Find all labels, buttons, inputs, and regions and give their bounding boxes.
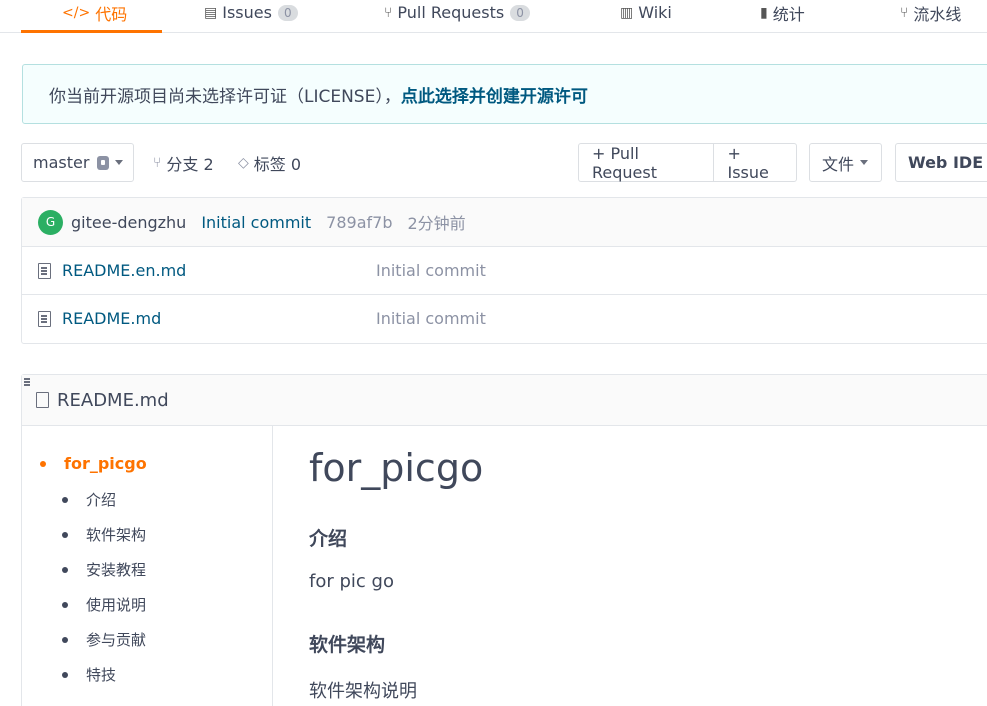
- create-license-link[interactable]: 点此选择并创建开源许可: [401, 82, 588, 107]
- branch-name: master: [33, 153, 90, 172]
- tab-stats[interactable]: ▮ 统计: [760, 0, 805, 33]
- tab-pull-requests-label: Pull Requests: [397, 3, 505, 22]
- tab-pipeline[interactable]: ⑂ 流水线: [900, 0, 961, 33]
- toc-item-label: 参与贡献: [86, 631, 147, 649]
- toc-item-label: 安装教程: [86, 561, 147, 579]
- section-text-intro: for pic go: [309, 571, 394, 592]
- bullet-icon: [62, 671, 68, 678]
- file-row: README.md Initial commit: [22, 295, 987, 343]
- active-tab-indicator: [21, 30, 162, 33]
- tags-link[interactable]: ◇ 标签 0: [238, 143, 301, 182]
- license-notice-text: 你当前开源项目尚未选择许可证（LICENSE），: [49, 86, 401, 107]
- bullet-icon: [62, 496, 68, 503]
- commit-message[interactable]: Initial commit: [201, 213, 311, 232]
- toc-item-label: 介绍: [86, 491, 117, 509]
- toc-item-usage[interactable]: 使用说明: [62, 594, 146, 615]
- new-issue-button[interactable]: + Issue: [713, 144, 796, 182]
- wiki-icon: ▥: [620, 4, 634, 21]
- tab-pull-requests[interactable]: ⑂ Pull Requests 0: [384, 0, 530, 33]
- branch-select[interactable]: master: [21, 143, 134, 182]
- section-heading-architecture: 软件架构: [309, 634, 386, 656]
- pipeline-icon: ⑂: [900, 4, 909, 21]
- readme-panel: README.md for_picgo 介绍 软件架构 安装教程 使用说明 参与…: [21, 374, 987, 706]
- toc-item-contribute[interactable]: 参与贡献: [62, 629, 146, 650]
- toc-item-label: 使用说明: [86, 596, 147, 614]
- toc-item-label: 软件架构: [86, 526, 147, 544]
- new-pull-request-button[interactable]: + Pull Request: [579, 144, 713, 182]
- branch-icon: ⑂: [153, 154, 162, 171]
- toc-item-tricks[interactable]: 特技: [62, 664, 116, 685]
- readme-header: README.md: [22, 375, 987, 426]
- bullet-icon: [62, 636, 68, 643]
- bullet-icon: [62, 601, 68, 608]
- chart-icon: ▮: [760, 4, 768, 21]
- toc-item-install[interactable]: 安装教程: [62, 559, 146, 580]
- repo-tabs: </> 代码 ▤ Issues 0 ⑂ Pull Requests 0 ▥ Wi…: [0, 0, 987, 33]
- tab-stats-label: 统计: [772, 4, 805, 24]
- section-heading-intro: 介绍: [309, 528, 348, 550]
- branches-label: 分支 2: [166, 154, 214, 174]
- bullet-icon: [62, 531, 68, 538]
- protected-branch-icon: [97, 155, 110, 170]
- file-commit-message[interactable]: Initial commit: [376, 261, 486, 280]
- file-list: G gitee-dengzhu Initial commit 789af7b 2…: [21, 197, 987, 344]
- latest-commit: G gitee-dengzhu Initial commit 789af7b 2…: [22, 198, 987, 247]
- file-icon: [38, 311, 51, 327]
- toc-item-label: 特技: [86, 666, 117, 684]
- pull-request-icon: ⑂: [384, 4, 393, 21]
- tab-code[interactable]: </> 代码: [62, 0, 127, 33]
- issues-icon: ▤: [204, 4, 218, 21]
- file-name-link[interactable]: README.en.md: [62, 261, 186, 280]
- file-icon: [38, 263, 51, 279]
- bullet-icon: [40, 460, 46, 467]
- toc-item-intro[interactable]: 介绍: [62, 489, 116, 510]
- tab-issues[interactable]: ▤ Issues 0: [204, 0, 298, 33]
- pull-requests-count-badge: 0: [510, 4, 530, 21]
- avatar[interactable]: G: [38, 209, 63, 235]
- commit-sha[interactable]: 789af7b: [326, 213, 392, 232]
- commit-author[interactable]: gitee-dengzhu: [71, 213, 186, 232]
- toc-item-label: for_picgo: [64, 454, 147, 473]
- branches-link[interactable]: ⑂ 分支 2: [153, 143, 214, 182]
- web-ide-button[interactable]: Web IDE: [895, 143, 987, 182]
- tab-pipeline-label: 流水线: [913, 4, 962, 24]
- tab-wiki-label: Wiki: [638, 3, 672, 22]
- file-commit-message[interactable]: Initial commit: [376, 309, 486, 328]
- chevron-down-icon: [860, 160, 869, 165]
- create-button-group: + Pull Request + Issue: [578, 143, 797, 182]
- file-row: README.en.md Initial commit: [22, 247, 987, 295]
- tab-issues-label: Issues: [222, 3, 272, 22]
- readme-title: README.md: [57, 389, 169, 411]
- license-notice: 你当前开源项目尚未选择许可证（LICENSE）， 点此选择并创建开源许可: [22, 64, 987, 124]
- issues-count-badge: 0: [277, 4, 298, 21]
- bullet-icon: [62, 566, 68, 573]
- code-icon: </>: [62, 4, 91, 21]
- file-menu-label: 文件: [822, 154, 855, 174]
- tab-wiki[interactable]: ▥ Wiki: [620, 0, 672, 33]
- tag-icon: ◇: [238, 154, 249, 171]
- file-menu-button[interactable]: 文件: [809, 143, 882, 182]
- tags-label: 标签 0: [253, 154, 302, 174]
- toc-item-architecture[interactable]: 软件架构: [62, 524, 146, 545]
- chevron-down-icon: [115, 160, 124, 165]
- section-text-architecture: 软件架构说明: [309, 681, 417, 702]
- file-icon: [36, 392, 49, 408]
- file-name-link[interactable]: README.md: [62, 309, 161, 328]
- toc-item-for-picgo[interactable]: for_picgo: [40, 454, 147, 473]
- readme-heading: for_picgo: [309, 446, 484, 490]
- readme-toc: for_picgo 介绍 软件架构 安装教程 使用说明 参与贡献 特技: [22, 426, 273, 706]
- commit-time: 2分钟前: [407, 214, 466, 233]
- tab-code-label: 代码: [95, 4, 128, 24]
- repo-toolbar: master ⑂ 分支 2 ◇ 标签 0 + Pull Request + Is…: [0, 143, 987, 183]
